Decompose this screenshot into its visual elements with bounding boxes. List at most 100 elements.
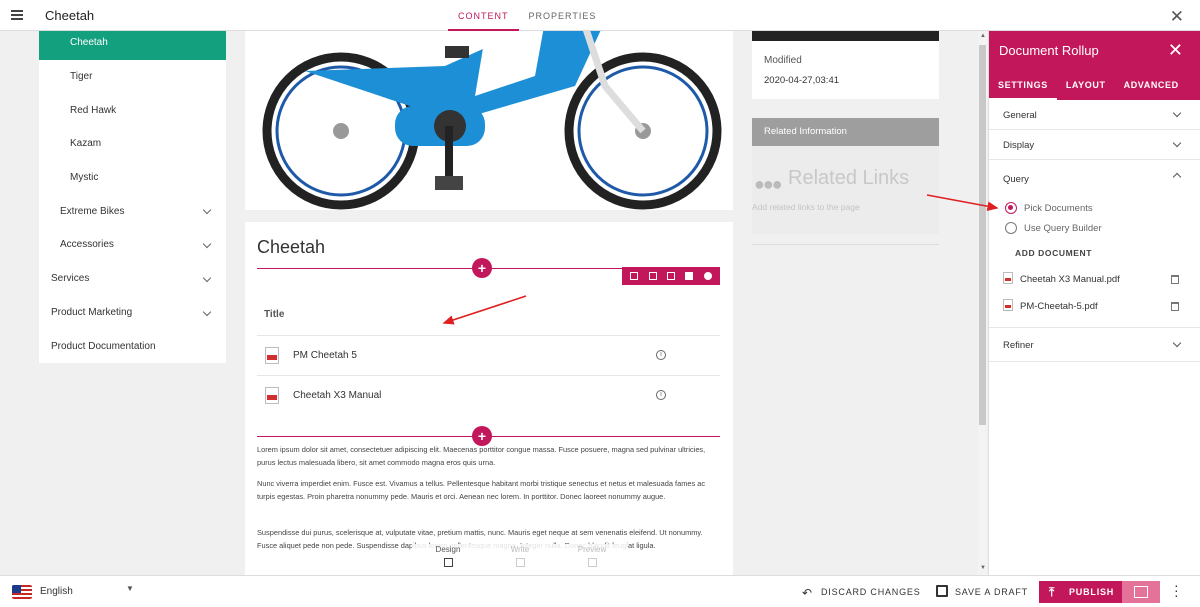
radio-pick-documents[interactable] xyxy=(1005,202,1017,214)
tab-settings[interactable]: SETTINGS xyxy=(989,75,1057,100)
info-icon[interactable]: i xyxy=(656,390,666,400)
divider xyxy=(752,244,939,245)
info-icon[interactable]: i xyxy=(656,350,666,360)
trash-icon[interactable] xyxy=(1171,302,1179,311)
language-select[interactable]: English xyxy=(40,586,73,597)
document-title[interactable]: PM Cheetah 5 xyxy=(293,350,357,361)
gear-icon[interactable] xyxy=(703,272,712,280)
chevron-up-icon[interactable] xyxy=(1172,172,1182,182)
chevron-down-icon[interactable] xyxy=(202,239,212,249)
add-document-button[interactable]: ADD DOCUMENT xyxy=(1015,248,1092,258)
pdf-file-icon xyxy=(1003,299,1013,311)
section-label[interactable]: Query xyxy=(1003,174,1029,185)
nav-item-services[interactable]: Services xyxy=(39,262,226,296)
chevron-down-icon xyxy=(1172,338,1182,348)
tab-properties[interactable]: PROPERTIES xyxy=(519,0,607,31)
mode-preview[interactable]: Preview xyxy=(562,544,622,578)
close-icon[interactable]: ✕ xyxy=(1168,40,1183,61)
publish-button[interactable]: ⤒ PUBLISH xyxy=(1039,581,1122,603)
mode-write[interactable]: Write xyxy=(490,544,550,578)
chevron-down-icon[interactable] xyxy=(202,206,212,215)
schedule-button[interactable] xyxy=(1122,581,1160,603)
editor-tabs: CONTENT PROPERTIES xyxy=(448,0,606,31)
scroll-down-icon[interactable]: ▼ xyxy=(980,565,986,571)
nav-item-kazam[interactable]: Kazam xyxy=(39,127,226,161)
copy-icon[interactable] xyxy=(648,272,657,280)
more-vert-icon[interactable]: · · · xyxy=(1174,578,1179,602)
discard-changes-button[interactable]: DISCARD CHANGES xyxy=(821,587,921,597)
mode-label: Write xyxy=(510,545,530,554)
nav-item-accessories[interactable]: Accessories xyxy=(39,228,226,262)
section-refiner[interactable]: Refiner xyxy=(989,328,1200,362)
modified-value: 2020-04-27,03:41 xyxy=(764,75,840,86)
save-icon[interactable] xyxy=(936,585,948,597)
section-label: Refiner xyxy=(1003,340,1034,351)
close-icon[interactable]: ✕ xyxy=(1170,7,1184,27)
list-item[interactable]: PM Cheetah 5 i xyxy=(257,335,720,375)
nav-item-label: Services xyxy=(51,273,90,285)
top-bar: Cheetah CONTENT PROPERTIES ✕ xyxy=(0,0,1200,31)
chevron-down-icon xyxy=(1172,108,1182,118)
related-information-header: Related Information xyxy=(752,118,939,146)
devices-icon xyxy=(587,558,597,567)
section-general[interactable]: General xyxy=(989,100,1200,130)
trash-icon[interactable] xyxy=(1171,275,1179,284)
radio-label[interactable]: Use Query Builder xyxy=(1024,223,1102,234)
nav-item-red-hawk[interactable]: Red Hawk xyxy=(39,93,226,127)
caret-down-icon[interactable]: ▼ xyxy=(126,584,134,593)
publish-label: PUBLISH xyxy=(1069,587,1115,597)
related-links-description: Add related links to the page xyxy=(752,202,860,212)
document-title[interactable]: Cheetah X3 Manual xyxy=(293,390,381,401)
modified-label: Modified xyxy=(764,55,802,66)
radio-label[interactable]: Pick Documents xyxy=(1024,203,1093,214)
tab-layout[interactable]: LAYOUT xyxy=(1057,75,1115,100)
add-section-button[interactable]: + xyxy=(472,426,492,446)
section-query: Query Pick Documents Use Query Builder A… xyxy=(989,160,1200,328)
section-display[interactable]: Display xyxy=(989,130,1200,160)
calendar-icon xyxy=(1134,586,1148,598)
undo-icon[interactable]: ↶ xyxy=(802,586,812,600)
pdf-file-icon xyxy=(265,387,279,404)
delete-icon[interactable] xyxy=(685,272,694,280)
page-scrollbar[interactable]: ▲ ▼ xyxy=(978,31,987,575)
nav-item-mystic[interactable]: Mystic xyxy=(39,161,226,195)
bike-image xyxy=(245,26,733,210)
editor-mode-bar: Design Write Preview xyxy=(412,544,628,578)
nav-item-tiger[interactable]: Tiger xyxy=(39,60,226,94)
bottom-bar: English ▼ ↶ DISCARD CHANGES SAVE A DRAFT… xyxy=(0,575,1200,607)
document-name: PM-Cheetah-5.pdf xyxy=(1020,301,1098,312)
nav-item-label: Extreme Bikes xyxy=(60,205,125,217)
add-section-button[interactable]: + xyxy=(472,258,492,278)
nav-item-label: Product Documentation xyxy=(51,340,156,352)
chevron-down-icon[interactable] xyxy=(202,273,212,283)
list-header-title: Title xyxy=(264,309,285,320)
mode-label: Preview xyxy=(577,545,607,554)
upload-icon: ⤒ xyxy=(1049,585,1056,599)
panel-header: Document Rollup ✕ SETTINGS LAYOUT ADVANC… xyxy=(989,31,1200,100)
pdf-file-icon xyxy=(1003,272,1013,284)
mode-design[interactable]: Design xyxy=(418,544,478,578)
modified-card: Modified 2020-04-27,03:41 xyxy=(752,41,939,99)
list-item[interactable]: Cheetah X3 Manual i xyxy=(257,375,720,415)
menu-icon[interactable] xyxy=(11,10,23,20)
related-links-placeholder[interactable]: ●●● Related Links Add related links to t… xyxy=(752,146,939,234)
tab-advanced[interactable]: ADVANCED xyxy=(1115,75,1188,100)
nav-item-cheetah[interactable]: Cheetah xyxy=(39,26,226,60)
nav-item-product-marketing[interactable]: Product Marketing xyxy=(39,296,226,330)
radio-query-builder[interactable] xyxy=(1005,222,1017,234)
nav-item-label: Kazam xyxy=(70,138,102,150)
related-links-title: Related Links xyxy=(788,167,910,189)
section-label: General xyxy=(1003,110,1037,121)
expand-icon[interactable] xyxy=(630,272,639,280)
mobile-icon[interactable] xyxy=(666,272,675,280)
nav-item-extreme-bikes[interactable]: Extreme Bikes xyxy=(39,194,226,228)
pencil-icon xyxy=(515,558,525,567)
save-draft-button[interactable]: SAVE A DRAFT xyxy=(955,587,1028,597)
nav-item-product-documentation[interactable]: Product Documentation xyxy=(39,329,226,363)
nav-item-label: Red Hawk xyxy=(70,104,117,116)
chevron-down-icon[interactable] xyxy=(202,307,212,316)
scroll-up-icon[interactable]: ▲ xyxy=(980,33,986,39)
tab-content[interactable]: CONTENT xyxy=(448,0,519,31)
content-card: Cheetah + Title PM Cheetah 5 i Cheetah X… xyxy=(245,222,733,582)
scrollbar-thumb[interactable] xyxy=(979,45,986,425)
